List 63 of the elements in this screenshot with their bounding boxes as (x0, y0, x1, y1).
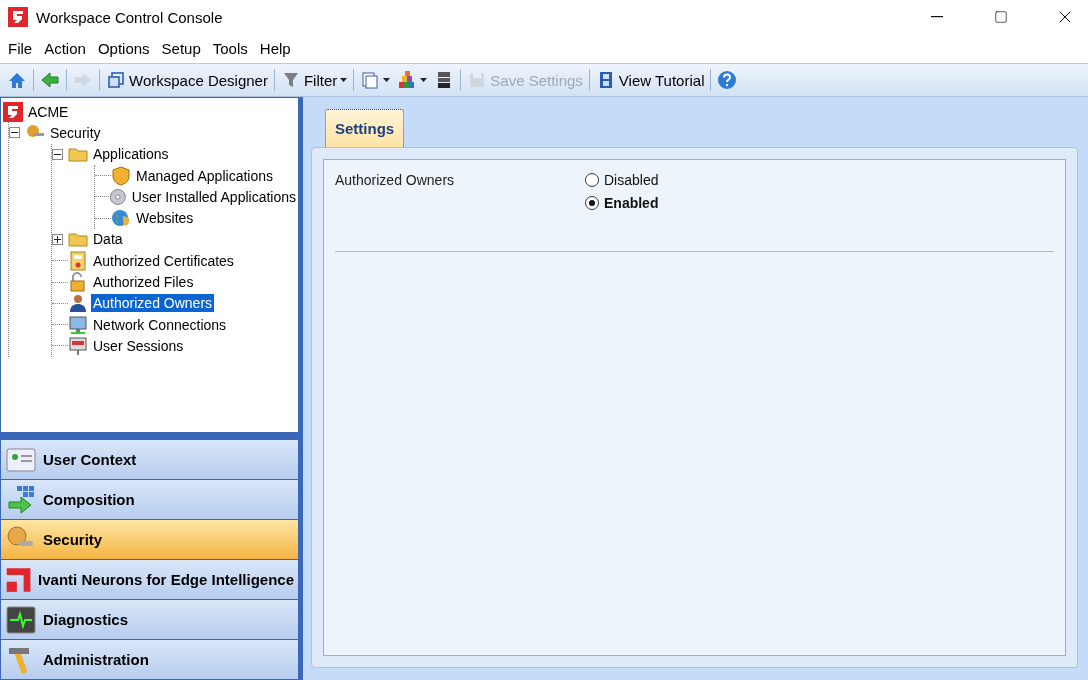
pages-icon (360, 70, 381, 90)
minimize-icon (931, 16, 943, 18)
navigation-button[interactable]: Diagnostics (0, 600, 298, 640)
navigation-button[interactable]: User Context (0, 440, 298, 480)
help-icon (717, 70, 738, 90)
tree-item[interactable]: Authorized Files (91, 273, 196, 291)
monitor-icon (68, 314, 88, 335)
heartbeat-monitor-icon (5, 603, 37, 636)
logo-icon (3, 101, 23, 122)
forward-arrow-icon (73, 70, 93, 90)
menu-item[interactable]: Help (253, 39, 297, 57)
toolbar-button[interactable]: View Tutorial (592, 67, 708, 93)
menu-item[interactable]: File (2, 39, 39, 57)
certificate-icon (68, 250, 88, 271)
caret-icon (420, 78, 428, 82)
disc-icon (109, 186, 127, 207)
monitor-icon (68, 335, 88, 356)
navigation-button[interactable]: Security (0, 520, 298, 560)
setting-label: Authorized Owners (335, 172, 456, 190)
tree-item[interactable]: Network Connections (91, 315, 229, 334)
caret-icon (340, 78, 348, 82)
tree-item[interactable]: Data (91, 230, 125, 249)
tree-item[interactable]: Security (48, 123, 103, 142)
splitter-handle[interactable] (0, 433, 298, 440)
logo-icon (8, 7, 28, 27)
tree-item[interactable]: ACME (26, 102, 71, 121)
tab[interactable]: Settings (325, 109, 405, 147)
grid-arrow-icon (5, 483, 37, 516)
back-arrow-icon (40, 70, 60, 90)
home-icon (7, 70, 27, 90)
tree-item[interactable]: User Sessions (91, 336, 186, 355)
toolbar-button[interactable]: Workspace Designer (103, 67, 271, 93)
globe-icon (111, 208, 131, 229)
plus-icon (54, 235, 61, 243)
navigation-button[interactable]: Composition (0, 480, 298, 520)
padlock-icon (68, 272, 88, 292)
toolbar-button[interactable]: Filter (277, 67, 351, 93)
menu-item[interactable]: Action (38, 39, 92, 57)
collapse-toggle[interactable] (9, 127, 20, 139)
person-icon (68, 293, 88, 314)
tree-item[interactable]: Authorized Owners (91, 294, 215, 313)
tree-item[interactable]: Authorized Certificates (91, 251, 236, 270)
navigation-button[interactable]: Ivanti Neurons for Edge Intelligence (0, 560, 298, 600)
tree-item[interactable]: Applications (91, 145, 171, 164)
navigation-button[interactable]: Administration (0, 640, 298, 680)
option-label: Disabled (604, 172, 659, 188)
radio-button[interactable] (585, 196, 599, 210)
menu-item[interactable]: Tools (206, 39, 254, 57)
collapse-toggle[interactable] (52, 148, 63, 160)
caret-icon (383, 78, 391, 82)
menu-item[interactable]: Setup (155, 39, 207, 57)
radio-option[interactable]: Enabled (585, 195, 659, 211)
shield-icon (111, 165, 131, 186)
option-label: Enabled (604, 195, 659, 211)
tree-item[interactable]: Managed Applications (134, 166, 275, 185)
tree-item[interactable]: Websites (134, 209, 196, 228)
menu-item[interactable]: Options (91, 39, 156, 57)
window-title: Workspace Control Console (36, 8, 224, 26)
tree-item[interactable]: User Installed Applications (129, 187, 298, 206)
expand-toggle[interactable] (52, 233, 63, 245)
maximize-icon (994, 10, 1008, 24)
radio-button[interactable] (585, 173, 599, 187)
radio-option[interactable]: Disabled (585, 172, 659, 188)
